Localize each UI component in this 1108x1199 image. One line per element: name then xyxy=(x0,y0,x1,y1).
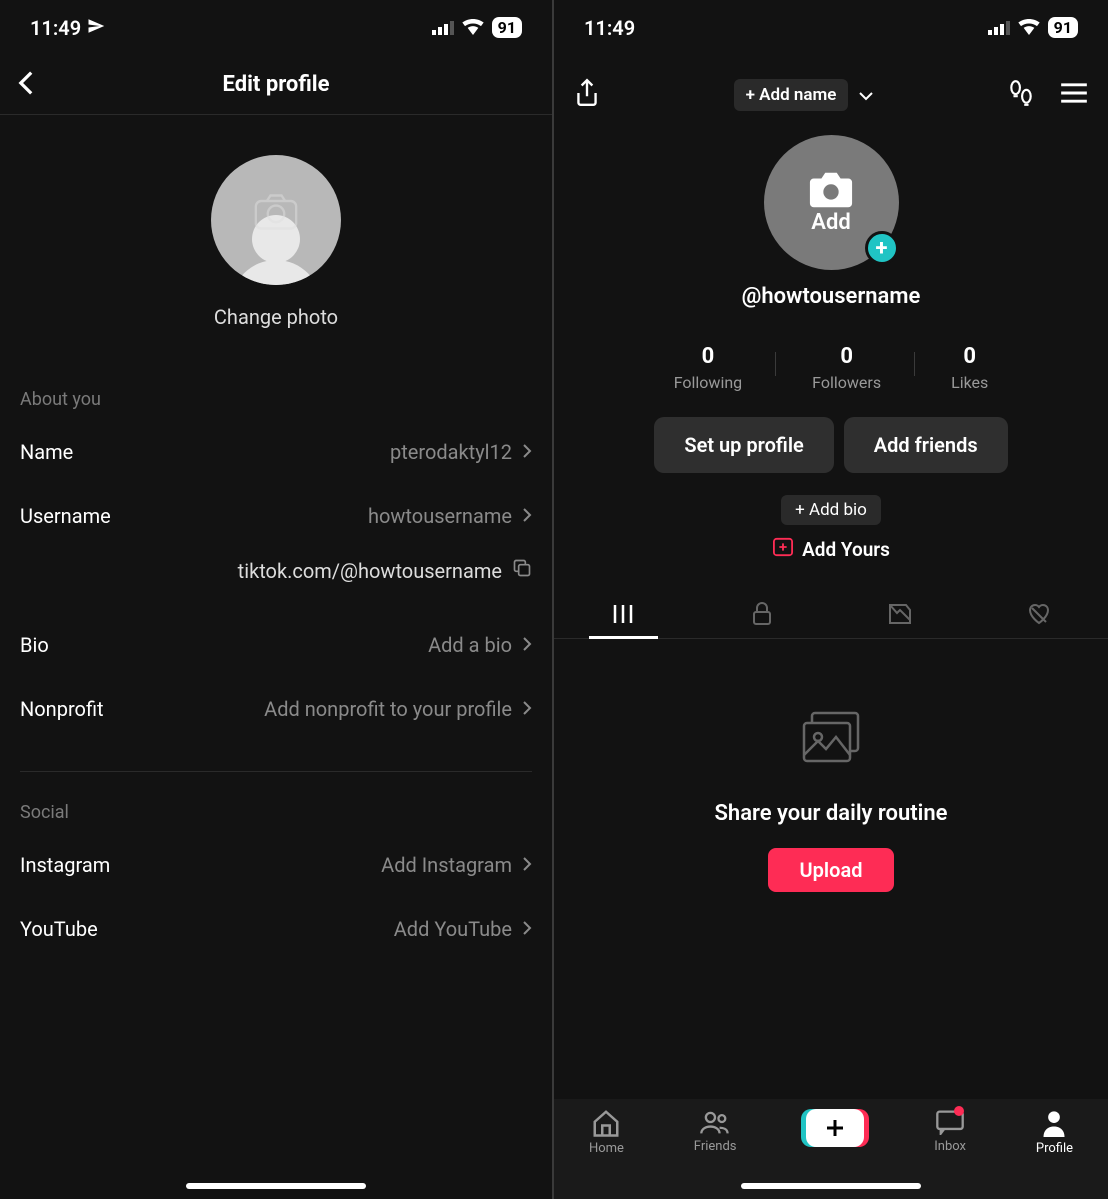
row-username[interactable]: Username howtousername xyxy=(0,484,552,548)
row-youtube[interactable]: YouTube Add YouTube xyxy=(0,897,552,961)
hamburger-menu-icon[interactable] xyxy=(1060,82,1088,108)
create-button[interactable] xyxy=(806,1109,864,1147)
row-value: Add YouTube xyxy=(394,917,512,941)
stat-label: Likes xyxy=(951,373,988,392)
battery-level: 91 xyxy=(1048,17,1078,38)
back-button[interactable] xyxy=(18,70,34,100)
tab-reposts[interactable] xyxy=(831,590,970,638)
row-value: howtousername xyxy=(368,504,512,528)
stat-likes[interactable]: 0 Likes xyxy=(936,344,1003,392)
row-nonprofit[interactable]: Nonprofit Add nonprofit to your profile xyxy=(0,677,552,741)
camera-icon xyxy=(808,170,854,214)
stat-count: 0 xyxy=(963,344,976,369)
wifi-icon xyxy=(462,16,484,40)
clock-time: 11:49 xyxy=(30,16,81,40)
setup-profile-button[interactable]: Set up profile xyxy=(654,417,833,473)
home-indicator[interactable] xyxy=(741,1183,921,1189)
add-bio-button[interactable]: + Add bio xyxy=(781,495,881,525)
add-yours-icon xyxy=(772,537,794,562)
tab-private[interactable] xyxy=(693,590,832,638)
plus-badge[interactable]: + xyxy=(865,231,899,265)
chevron-right-icon xyxy=(522,633,532,657)
stat-count: 0 xyxy=(702,344,715,369)
stats-row: 0 Following 0 Followers 0 Likes xyxy=(554,344,1108,392)
row-instagram[interactable]: Instagram Add Instagram xyxy=(0,833,552,897)
edit-profile-screen: 11:49 91 Edit profile Ch xyxy=(0,0,554,1199)
empty-state-title: Share your daily routine xyxy=(714,801,947,826)
avatar-placeholder[interactable] xyxy=(211,155,341,285)
chevron-right-icon xyxy=(522,917,532,941)
add-yours-label: Add Yours xyxy=(802,538,890,561)
stat-following[interactable]: 0 Following xyxy=(659,344,757,392)
row-label: Bio xyxy=(20,633,49,657)
chevron-down-icon[interactable] xyxy=(858,86,874,105)
nav-inbox[interactable]: Inbox xyxy=(934,1109,966,1154)
header: Edit profile xyxy=(0,55,552,115)
empty-state: Share your daily routine Upload xyxy=(554,639,1108,962)
add-yours-row[interactable]: Add Yours xyxy=(554,537,1108,562)
share-icon[interactable] xyxy=(574,78,600,112)
clock-time: 11:49 xyxy=(584,16,635,40)
profile-header: + Add name xyxy=(554,65,1108,125)
username-display: @howtousername xyxy=(742,284,921,309)
stat-label: Followers xyxy=(812,373,881,392)
chevron-right-icon xyxy=(522,853,532,877)
add-friends-button[interactable]: Add friends xyxy=(844,417,1008,473)
change-photo-label[interactable]: Change photo xyxy=(214,305,338,329)
nav-create[interactable] xyxy=(806,1109,864,1147)
chevron-right-icon xyxy=(522,697,532,721)
status-bar: 11:49 91 xyxy=(554,0,1108,55)
nav-label: Inbox xyxy=(934,1139,966,1154)
row-value: Add Instagram xyxy=(381,853,512,877)
nav-label: Profile xyxy=(1036,1141,1073,1156)
section-social: Social xyxy=(0,772,552,833)
nav-label: Home xyxy=(589,1141,624,1156)
profile-tabs xyxy=(554,590,1108,639)
stat-followers[interactable]: 0 Followers xyxy=(797,344,896,392)
chevron-right-icon xyxy=(522,440,532,464)
row-value: Add a bio xyxy=(428,633,512,657)
profile-url: tiktok.com/@howtousername xyxy=(238,559,502,583)
profile-screen: 11:49 91 + Add name xyxy=(554,0,1108,1199)
chevron-right-icon xyxy=(522,504,532,528)
home-indicator[interactable] xyxy=(186,1183,366,1189)
row-name[interactable]: Name pterodaktyl12 xyxy=(0,420,552,484)
notification-badge xyxy=(954,1106,964,1116)
photos-icon xyxy=(796,709,866,773)
row-label: YouTube xyxy=(20,917,98,941)
row-label: Instagram xyxy=(20,853,110,877)
stat-count: 0 xyxy=(840,344,853,369)
camera-icon xyxy=(254,193,298,235)
status-bar: 11:49 91 xyxy=(0,0,552,55)
upload-button[interactable]: Upload xyxy=(768,848,895,892)
nav-friends[interactable]: Friends xyxy=(694,1109,737,1154)
profile-url-row: tiktok.com/@howtousername xyxy=(0,548,552,613)
row-value: pterodaktyl12 xyxy=(390,440,512,464)
row-value: Add nonprofit to your profile xyxy=(264,697,512,721)
wifi-icon xyxy=(1018,16,1040,40)
tab-liked[interactable] xyxy=(970,590,1108,638)
row-label: Name xyxy=(20,440,73,464)
nav-label: Friends xyxy=(694,1139,737,1154)
location-icon xyxy=(87,16,105,40)
footsteps-icon[interactable] xyxy=(1008,79,1034,111)
row-label: Nonprofit xyxy=(20,697,104,721)
section-about-you: About you xyxy=(0,359,552,420)
avatar-section: Change photo xyxy=(0,115,552,359)
signal-icon xyxy=(432,16,454,40)
signal-icon xyxy=(988,16,1010,40)
tab-feed[interactable] xyxy=(554,590,693,638)
nav-profile[interactable]: Profile xyxy=(1036,1109,1073,1156)
row-bio[interactable]: Bio Add a bio xyxy=(0,613,552,677)
add-name-button[interactable]: + Add name xyxy=(734,79,849,111)
row-label: Username xyxy=(20,504,111,528)
battery-level: 91 xyxy=(492,17,522,38)
avatar-section: Add + @howtousername xyxy=(554,125,1108,319)
page-title: Edit profile xyxy=(223,72,330,97)
copy-icon[interactable] xyxy=(512,558,532,583)
stat-label: Following xyxy=(674,373,742,392)
nav-home[interactable]: Home xyxy=(589,1109,624,1156)
avatar-add-button[interactable]: Add + xyxy=(764,135,899,270)
action-buttons: Set up profile Add friends xyxy=(554,417,1108,473)
